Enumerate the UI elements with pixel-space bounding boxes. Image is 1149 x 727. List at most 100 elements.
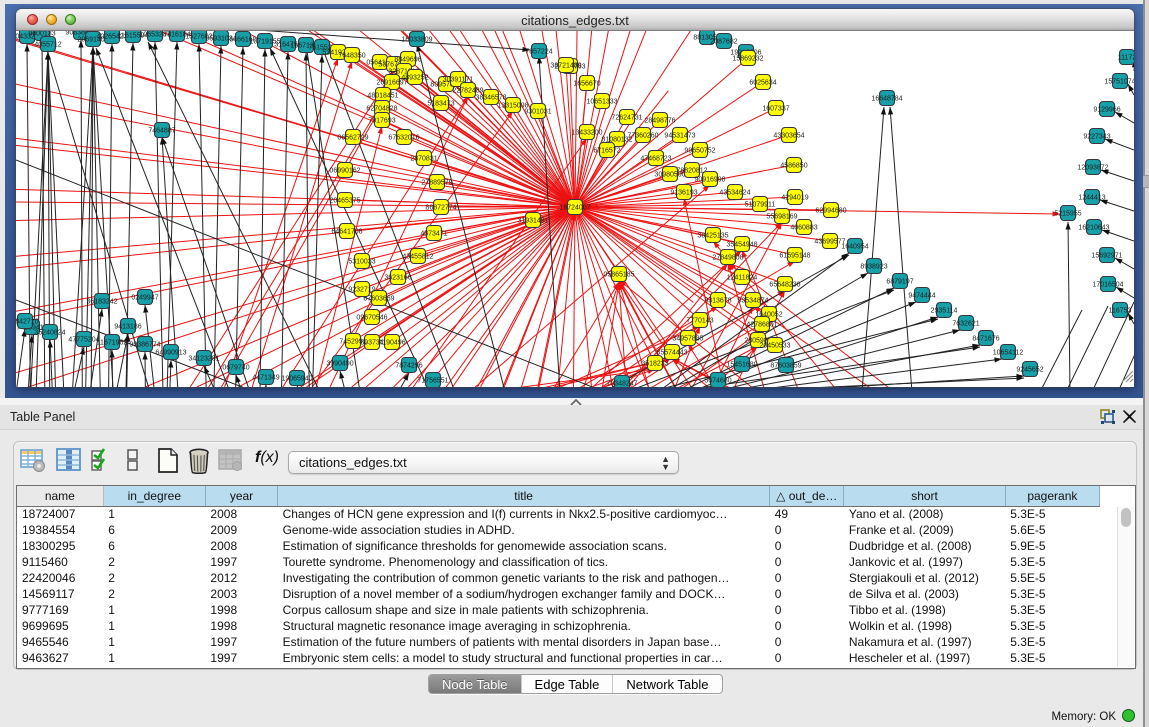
svg-text:8313678: 8313678 — [704, 297, 731, 304]
svg-text:7648350: 7648350 — [338, 52, 365, 59]
svg-text:16648784: 16648784 — [871, 95, 902, 102]
svg-text:09670546: 09670546 — [356, 314, 387, 321]
svg-text:5183473: 5183473 — [427, 100, 454, 107]
svg-text:62994680: 62994680 — [815, 207, 846, 214]
svg-text:9474444: 9474444 — [908, 292, 935, 299]
svg-text:70348247: 70348247 — [606, 380, 637, 387]
svg-text:4471349: 4471349 — [252, 374, 279, 381]
svg-text:38346578: 38346578 — [475, 94, 506, 101]
svg-text:6879197: 6879197 — [886, 278, 913, 285]
svg-text:15451680: 15451680 — [726, 361, 757, 368]
svg-text:36183242: 36183242 — [86, 298, 117, 305]
svg-text:0842710: 0842710 — [16, 318, 39, 325]
svg-text:77360260: 77360260 — [627, 132, 658, 139]
svg-text:6716572: 6716572 — [593, 147, 620, 154]
svg-text:67632016: 67632016 — [388, 134, 419, 141]
svg-text:116753: 116753 — [1109, 307, 1132, 314]
svg-text:15751074: 15751074 — [1104, 78, 1134, 85]
svg-text:43303654: 43303654 — [773, 132, 804, 139]
svg-text:62704828: 62704828 — [366, 105, 397, 112]
svg-text:7917693: 7917693 — [368, 117, 395, 124]
svg-text:7874296: 7874296 — [395, 362, 422, 369]
svg-text:38425135: 38425135 — [697, 232, 728, 239]
svg-text:10654112: 10654112 — [993, 349, 1024, 356]
svg-text:9245652: 9245652 — [1016, 366, 1043, 373]
svg-text:71756551: 71756551 — [417, 377, 448, 384]
svg-text:4873471: 4873471 — [420, 230, 447, 237]
svg-text:18724007: 18724007 — [559, 204, 590, 211]
svg-text:17016504: 17016504 — [1092, 281, 1123, 288]
svg-text:8938923: 8938923 — [860, 263, 887, 270]
svg-text:8849696: 8849696 — [394, 56, 421, 63]
svg-text:38721489: 38721489 — [550, 62, 581, 69]
svg-text:3518233: 3518233 — [641, 360, 668, 367]
svg-text:06562729: 06562729 — [337, 134, 368, 141]
svg-text:4190496: 4190496 — [378, 339, 405, 346]
svg-text:7632621: 7632621 — [952, 320, 979, 327]
svg-text:4060883: 4060883 — [790, 224, 817, 231]
svg-text:27889579: 27889579 — [421, 179, 452, 186]
svg-text:93534874: 93534874 — [737, 297, 768, 304]
svg-text:94531473: 94531473 — [664, 132, 695, 139]
svg-text:0679740: 0679740 — [222, 364, 249, 371]
svg-text:7857224: 7857224 — [525, 48, 552, 55]
svg-text:5215955: 5215955 — [1054, 210, 1081, 217]
svg-text:35240824: 35240824 — [34, 329, 65, 336]
svg-text:51079911: 51079911 — [745, 201, 776, 208]
svg-text:10651333: 10651333 — [586, 98, 617, 105]
svg-text:65648236: 65648236 — [769, 281, 800, 288]
svg-text:7452991: 7452991 — [339, 338, 366, 345]
svg-text:9136193: 9136193 — [670, 189, 697, 196]
svg-text:4893252: 4893252 — [401, 74, 428, 81]
svg-text:86872774: 86872774 — [425, 204, 456, 211]
svg-text:42786801: 42786801 — [746, 321, 777, 328]
svg-text:13433200: 13433200 — [571, 129, 602, 136]
svg-text:2935114: 2935114 — [931, 307, 958, 314]
svg-text:31931491: 31931491 — [517, 217, 548, 224]
svg-text:87603859: 87603859 — [770, 362, 801, 369]
svg-text:19065940: 19065940 — [281, 375, 312, 382]
svg-text:12411824: 12411824 — [727, 274, 758, 281]
svg-text:3990490: 3990490 — [326, 360, 353, 367]
svg-text:35454948: 35454948 — [726, 241, 757, 248]
svg-text:3623166: 3623166 — [384, 274, 411, 281]
svg-text:9227343: 9227343 — [1083, 133, 1110, 140]
svg-text:9129966: 9129966 — [1093, 106, 1120, 113]
svg-text:7770143: 7770143 — [686, 317, 713, 324]
svg-text:11671902: 11671902 — [97, 339, 128, 346]
svg-text:9413186: 9413186 — [114, 323, 141, 330]
svg-text:0249947: 0249947 — [131, 294, 158, 301]
svg-text:5310033: 5310033 — [348, 258, 375, 265]
svg-text:22782489: 22782489 — [452, 87, 483, 94]
svg-text:15869232: 15869232 — [732, 55, 763, 62]
svg-text:5674680: 5674680 — [704, 377, 731, 384]
svg-text:43455812: 43455812 — [402, 253, 433, 260]
svg-text:6025634: 6025634 — [749, 79, 776, 86]
svg-text:20450533: 20450533 — [759, 342, 790, 349]
svg-text:48018451: 48018451 — [367, 92, 398, 99]
svg-text:55698169: 55698169 — [766, 213, 797, 220]
svg-text:43534624: 43534624 — [719, 189, 750, 196]
svg-text:11172: 11172 — [1118, 54, 1134, 61]
svg-text:61595148: 61595148 — [779, 252, 810, 259]
svg-text:4294019: 4294019 — [781, 194, 808, 201]
svg-text:06990162: 06990162 — [329, 167, 360, 174]
svg-text:20465375: 20465375 — [329, 197, 360, 204]
svg-text:28498776: 28498776 — [644, 117, 675, 124]
svg-text:90916998: 90916998 — [694, 176, 725, 183]
svg-text:2870831: 2870831 — [410, 155, 437, 162]
svg-text:05865185: 05865185 — [603, 271, 634, 278]
svg-text:72624731: 72624731 — [611, 114, 642, 121]
svg-text:99386774: 99386774 — [129, 341, 160, 348]
svg-text:1244413: 1244413 — [1078, 194, 1105, 201]
svg-text:34123281: 34123281 — [188, 355, 219, 362]
svg-text:9301031: 9301031 — [524, 108, 551, 115]
svg-text:2087682: 2087682 — [710, 38, 737, 45]
svg-text:16033809: 16033809 — [401, 36, 432, 43]
svg-text:99650752: 99650752 — [684, 147, 715, 154]
svg-text:47468723: 47468723 — [640, 155, 671, 162]
svg-text:4586850: 4586850 — [780, 162, 807, 169]
svg-text:8471676: 8471676 — [972, 335, 999, 342]
svg-text:16210643: 16210643 — [1078, 224, 1109, 231]
svg-text:34957885: 34957885 — [672, 335, 703, 342]
